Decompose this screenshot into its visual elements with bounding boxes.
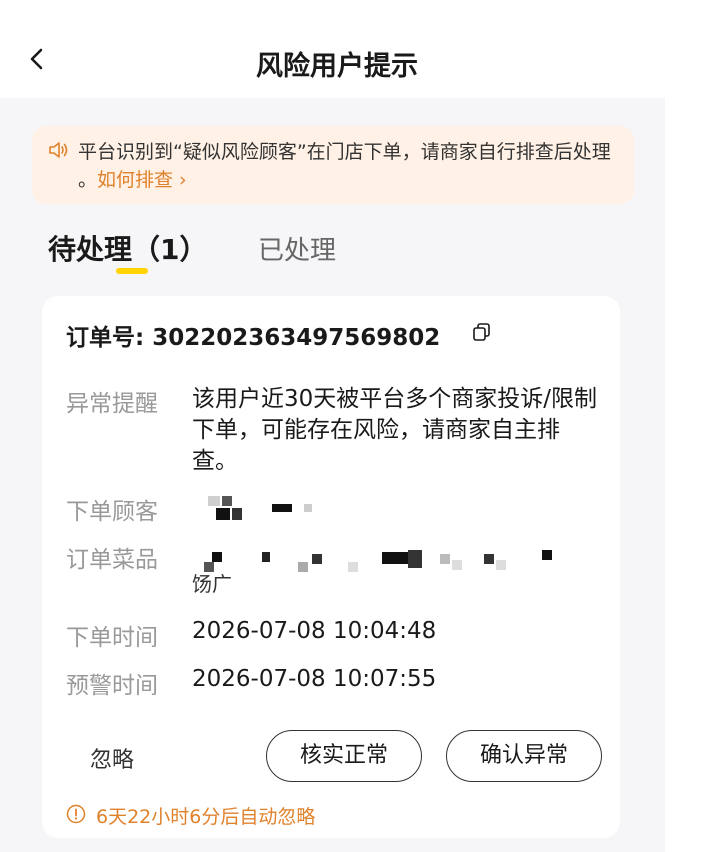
order-time-label: 下单时间 [66, 625, 158, 651]
order-items-tail: 饧广 [192, 572, 232, 596]
alert-time-label: 预警时间 [66, 673, 158, 699]
order-items-redacted [200, 546, 580, 576]
notice-text: 平台识别到“疑似风险顾客”在门店下单，请商家自行排查后处理 。如何排查 › [78, 138, 628, 194]
tab-pending[interactable]: 待处理（1） [48, 228, 207, 268]
warning-text: 该用户近30天被平台多个商家投诉/限制下单，可能存在风险，请商家自主排查。 [192, 386, 598, 474]
how-to-check-link[interactable]: 如何排查 › [97, 169, 187, 191]
confirm-abnormal-button[interactable]: 确认异常 [446, 730, 602, 782]
confirm-normal-button[interactable]: 核实正常 [266, 730, 422, 782]
tab-processed[interactable]: 已处理 [258, 230, 336, 267]
speaker-icon [49, 142, 68, 158]
info-icon [66, 804, 86, 824]
page-title: 风险用户提示 [256, 51, 418, 82]
copy-icon[interactable] [472, 322, 492, 342]
auto-ignore-countdown: 6天22小时6分后自动忽略 [96, 806, 316, 828]
active-tab-indicator [116, 268, 148, 274]
risk-order-card: 订单号: 3022023634975698​02 异常提醒 该用户近30天被平台… [42, 296, 620, 838]
items-label: 订单菜品 [66, 547, 158, 573]
customer-label: 下单顾客 [66, 499, 158, 525]
risk-notice-banner: 平台识别到“疑似风险顾客”在门店下单，请商家自行排查后处理 。如何排查 › [32, 126, 634, 204]
order-number: 订单号: 3022023634975698​02 [66, 325, 441, 351]
alert-time-value: 2026-07-08 10:07:55 [192, 666, 437, 692]
ignore-button[interactable]: 忽略 [90, 742, 134, 774]
customer-name-redacted [200, 492, 340, 528]
navigation-bar: 风险用户提示 [0, 0, 714, 98]
warning-label: 异常提醒 [66, 391, 158, 417]
order-time-value: 2026-07-08 10:04:48 [192, 618, 437, 644]
